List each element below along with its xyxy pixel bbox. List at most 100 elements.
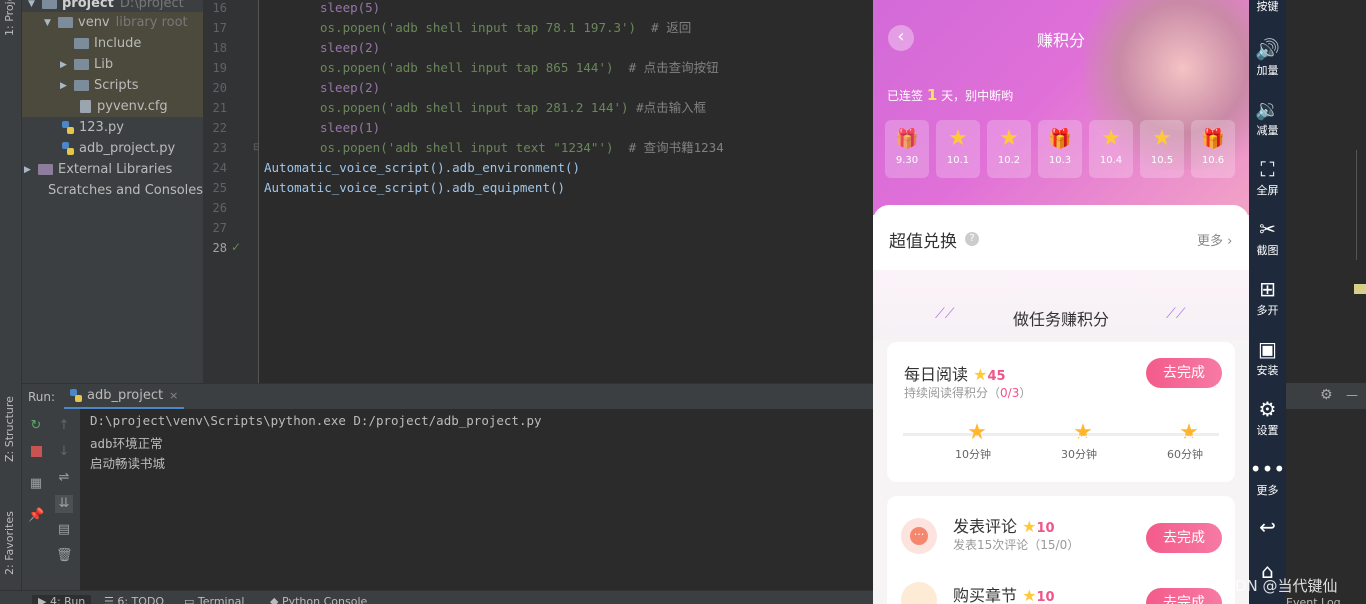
task-card-daily-reading: 每日阅读 ★45 持续阅读得积分（0/3） 去完成 ★ 5 10分钟 ★ 10 30分钟 ★… [887, 342, 1235, 482]
tree-item-123py[interactable]: 123.py [22, 117, 203, 138]
code-line-19[interactable]: os.popen('adb shell input tap 865 144') … [264, 58, 719, 78]
print-icon[interactable]: ▤ [56, 523, 72, 537]
code-line-21[interactable]: os.popen('adb shell input tap 281.2 144'… [264, 98, 706, 118]
code-line-23[interactable]: os.popen('adb shell input text "1234"') … [264, 138, 724, 158]
soft-wrap-icon[interactable]: ⇌ [56, 471, 72, 485]
tab-todo[interactable]: ☰ 6: TODO [104, 595, 164, 604]
up-arrow-icon[interactable]: ↑ [56, 419, 72, 433]
complete-button[interactable]: 去完成 [1146, 523, 1222, 553]
milestone-star-icon: ★ 5 [964, 420, 990, 446]
structure-tool-tab[interactable]: Z: Structure [3, 396, 16, 462]
cart-icon [901, 582, 937, 604]
checkin-day[interactable]: 🎁 10.3 [1038, 120, 1082, 178]
tree-label: External Libraries [58, 162, 173, 177]
tab-run[interactable]: ▶ 4: Run [32, 595, 92, 604]
code-line-24[interactable]: Automatic_voice_script().adb_environment… [264, 158, 580, 178]
gift-icon: 🎁 [1048, 128, 1072, 150]
code-editor[interactable]: sleep(5) os.popen('adb shell input tap 7… [259, 0, 873, 383]
comment-icon: ··· [901, 518, 937, 554]
tree-item-include[interactable]: Include [22, 33, 203, 54]
toolbar-label: 设置 [1256, 424, 1279, 437]
code-line-16[interactable]: sleep(5) [264, 0, 380, 18]
minimize-icon[interactable]: — [1346, 388, 1358, 402]
checkin-day[interactable]: 🎁 10.6 [1191, 120, 1235, 178]
python-file-icon [70, 389, 82, 402]
toolbar-button-1[interactable]: 🔊 加量 [1249, 38, 1286, 78]
checkin-day[interactable]: ★ 10.4 [1089, 120, 1133, 178]
layout-icon[interactable]: ▦ [28, 477, 44, 491]
task-card-comment: ··· 发表评论 ★10 发表15次评论（15/0） 去完成 购买章节 ★10 … [887, 496, 1235, 604]
toolbar-button-8[interactable]: ••• 更多 [1249, 458, 1286, 498]
line-number: 19 [212, 61, 227, 75]
gear-icon[interactable]: ⚙ [1320, 387, 1333, 403]
console-line: 启动畅读书城 [90, 456, 166, 471]
fullscreen-icon: ⛶ [1260, 157, 1275, 181]
tree-item-external-libraries[interactable]: ▶ External Libraries [22, 159, 203, 180]
scrollbar[interactable] [1356, 150, 1366, 260]
page-title: 赚积分 [1036, 31, 1085, 50]
close-icon[interactable]: × [169, 389, 178, 402]
code-line-22[interactable]: sleep(1) [264, 118, 380, 138]
checkin-day[interactable]: ★ 10.2 [987, 120, 1031, 178]
tree-item-pyvenv[interactable]: pyvenv.cfg [22, 96, 203, 117]
task-title: 发表评论 ★10 [953, 517, 1055, 536]
scroll-to-end-icon[interactable]: ⇊ [55, 495, 73, 513]
toolbar-label: 加量 [1256, 64, 1279, 77]
rerun-icon[interactable]: ↻ [28, 419, 44, 433]
chevron-down-icon[interactable]: ▼ [28, 0, 38, 9]
code-line-17[interactable]: os.popen('adb shell input tap 78.1 197.3… [264, 18, 691, 38]
tree-item-venv[interactable]: ▼ venv library root [22, 12, 203, 33]
tab-event-log[interactable]: Event Log [1286, 596, 1341, 604]
chevron-right-icon[interactable]: ▶ [24, 165, 34, 175]
checkin-day[interactable]: ★ 10.1 [936, 120, 980, 178]
checkin-day-label: 10.3 [1048, 155, 1072, 166]
tree-label: pyvenv.cfg [97, 99, 168, 114]
code-line-25[interactable]: Automatic_voice_script().adb_equipment() [264, 178, 565, 198]
star-icon: ★ [999, 126, 1019, 151]
project-tool-tab[interactable]: 1: Project [3, 0, 16, 36]
config-file-icon [80, 100, 91, 113]
help-icon[interactable]: ? [965, 232, 979, 246]
pin-icon[interactable]: 📌 [28, 509, 44, 523]
more-icon: ••• [1249, 457, 1286, 481]
checkin-day[interactable]: 🎁 9.30 [885, 120, 929, 178]
tree-item-scratches[interactable]: Scratches and Consoles [22, 180, 203, 201]
toolbar-button-4[interactable]: ✂ 截图 [1249, 218, 1286, 258]
chevron-right-icon[interactable]: ▶ [60, 60, 70, 70]
code-line-18[interactable]: sleep(2) [264, 38, 380, 58]
ide-right-area [1286, 0, 1366, 604]
line-number: 16 [212, 1, 227, 15]
line-number: 26 [212, 201, 227, 215]
tree-item-adb-project[interactable]: adb_project.py [22, 138, 203, 159]
toolbar-button-7[interactable]: ⚙ 设置 [1249, 398, 1286, 438]
stop-icon[interactable] [30, 446, 42, 457]
tab-terminal[interactable]: ▭ Terminal [184, 595, 244, 604]
more-link[interactable]: 更多 › [1197, 230, 1232, 249]
run-panel-header: Run: adb_project × [22, 383, 873, 410]
down-arrow-icon[interactable]: ↓ [56, 445, 72, 459]
chevron-right-icon[interactable]: ▶ [60, 81, 70, 91]
toolbar-button-0[interactable]: 按键 [1249, 0, 1286, 14]
tab-python-console[interactable]: ◆ Python Console [270, 595, 367, 604]
complete-button[interactable]: 去完成 [1146, 588, 1222, 604]
back-arrow-icon[interactable]: ↩ [1249, 516, 1286, 540]
project-tree: ▼ project D:\project ▼ venv library root… [22, 0, 203, 383]
toolbar-button-2[interactable]: 🔉 减量 [1249, 98, 1286, 138]
run-console[interactable]: D:\project\venv\Scripts\python.exe D:/pr… [80, 409, 873, 590]
favorites-tool-tab[interactable]: 2: Favorites [3, 511, 16, 575]
toolbar-button-5[interactable]: ⊞ 多开 [1249, 278, 1286, 318]
line-number: 27 [212, 221, 227, 235]
trash-icon[interactable]: 🗑 [56, 549, 73, 563]
complete-button[interactable]: 去完成 [1146, 358, 1222, 388]
chevron-down-icon[interactable]: ▼ [44, 18, 54, 28]
code-line-20[interactable]: sleep(2) [264, 78, 380, 98]
tree-label: Include [94, 36, 142, 51]
folder-icon [74, 38, 89, 49]
tree-item-scripts[interactable]: ▶ Scripts [22, 75, 203, 96]
toolbar-button-6[interactable]: ▣ 安装 [1249, 338, 1286, 378]
volume-up-icon: 🔊 [1255, 37, 1280, 61]
tree-item-lib[interactable]: ▶ Lib [22, 54, 203, 75]
run-tab[interactable]: adb_project × [64, 384, 184, 410]
toolbar-button-3[interactable]: ⛶ 全屏 [1249, 158, 1286, 198]
checkin-day[interactable]: ★ 10.5 [1140, 120, 1184, 178]
